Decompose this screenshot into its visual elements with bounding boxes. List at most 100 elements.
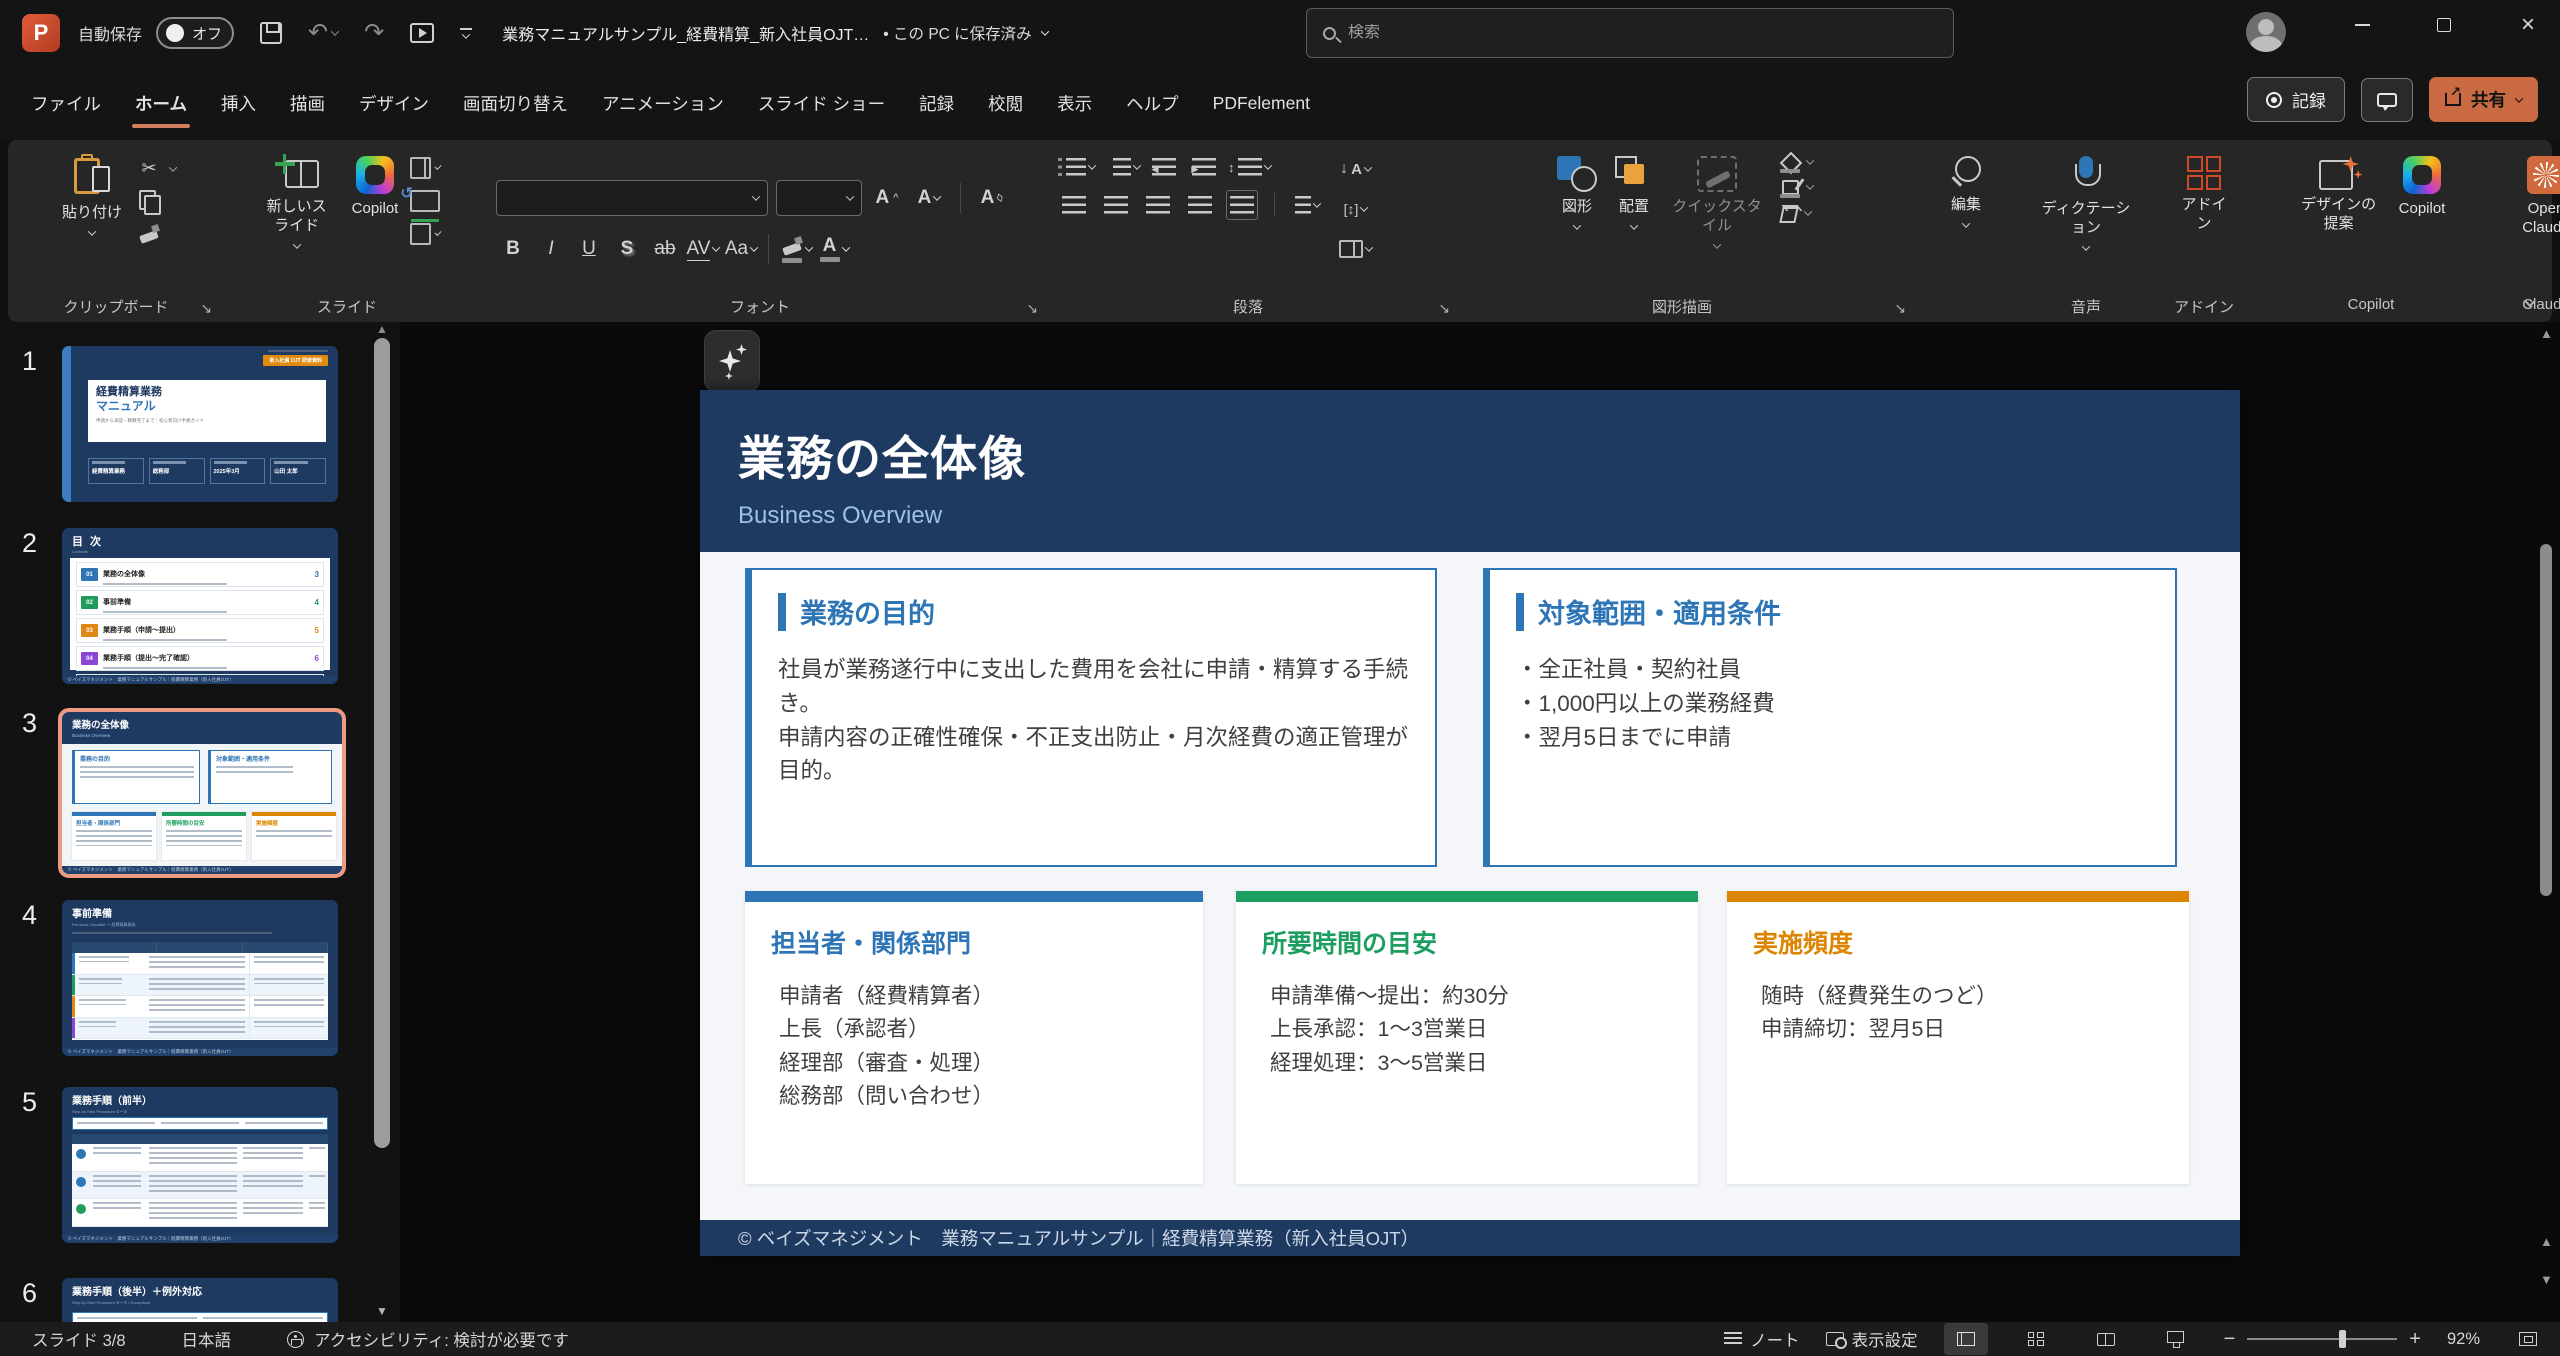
cut-button[interactable]: ✂ <box>134 156 164 180</box>
shape-effects-button[interactable] <box>1779 205 1813 221</box>
slide-indicator[interactable]: スライド 3/8 <box>32 1327 126 1351</box>
reset-slide-button[interactable] <box>410 189 440 213</box>
shape-outline-button[interactable] <box>1779 180 1813 194</box>
slide-footer[interactable]: © ベイズマネジメント 業務マニュアルサンプル｜経費精算業務（新入社員OJT） <box>700 1220 2240 1256</box>
format-painter-button[interactable] <box>134 222 164 246</box>
scrollbar-thumb[interactable] <box>374 338 390 1148</box>
grow-font-button[interactable]: A^ <box>870 183 904 213</box>
shapes-button[interactable]: 図形 <box>1551 152 1603 234</box>
tab-pdfelement[interactable]: PDFelement <box>1196 83 1327 124</box>
card-frequency[interactable]: 実施頻度 随時（経費発生のつど） 申請締切：翌月5日 <box>1727 891 2189 1184</box>
slide-thumbnail-6[interactable]: 業務手順（後半）＋例外対応 Step-by-Step Procedure ④～⑦… <box>62 1278 338 1322</box>
tab-animations[interactable]: アニメーション <box>585 81 741 126</box>
customize-toolbar-button[interactable] <box>460 28 472 39</box>
slide-thumbnail-1[interactable]: 新入社員 OJT 研修資料 経費精算業務 マニュアル 申請から承認・精算完了まで… <box>62 346 338 502</box>
start-slideshow-button[interactable] <box>410 23 434 43</box>
slideshow-view-button[interactable] <box>2154 1323 2198 1355</box>
accessibility-checker[interactable]: アクセシビリティ: 検討が必要です <box>287 1327 569 1351</box>
paste-button[interactable]: 貼り付け <box>56 152 128 240</box>
copilot-button[interactable]: Copilot <box>2393 152 2452 223</box>
paste-options-chevron-icon[interactable] <box>169 163 177 171</box>
user-avatar[interactable] <box>2246 12 2286 52</box>
shape-fill-button[interactable] <box>1779 155 1813 169</box>
designer-sparkle-button[interactable] <box>704 330 760 392</box>
align-center-button[interactable] <box>1100 190 1132 220</box>
font-name-combo[interactable] <box>496 180 768 216</box>
zoom-slider-thumb[interactable] <box>2339 1330 2346 1348</box>
tab-draw[interactable]: 描画 <box>273 81 342 126</box>
document-title[interactable]: 業務マニュアルサンプル_経費精算_新入社員OJT… <box>502 21 869 45</box>
scroll-up-icon[interactable]: ▲ <box>376 322 388 336</box>
save-status[interactable]: • この PC に保存済み <box>883 22 1047 44</box>
scrollbar-thumb[interactable] <box>2540 544 2552 896</box>
slide-thumbnail-3-selected[interactable]: 業務の全体像 Business Overview 業務の目的 対象範囲・適用条件… <box>58 708 346 878</box>
slide-editor[interactable]: 業務の全体像 Business Overview 業務の目的 社員が業務遂行中に… <box>700 390 2240 1256</box>
tab-slideshow[interactable]: スライド ショー <box>741 81 902 126</box>
card-scope[interactable]: 対象範囲・適用条件 ・全正社員・契約社員 ・1,000円以上の業務経費 ・翌月5… <box>1483 568 2177 867</box>
card-time[interactable]: 所要時間の目安 申請準備～提出：約30分 上長承認：1～3営業日 経理処理：3～… <box>1236 891 1698 1184</box>
font-dialog-launcher[interactable]: ↘ <box>1026 300 1038 317</box>
card-people[interactable]: 担当者・関係部門 申請者（経費精算者） 上長（承認者） 経理部（審査・処理） 総… <box>745 891 1203 1184</box>
line-spacing-button[interactable]: ↕ <box>1228 152 1271 182</box>
bullets-button[interactable] <box>1058 152 1095 182</box>
convert-smartart-button[interactable] <box>1339 234 1372 264</box>
collapse-ribbon-button[interactable] <box>2526 294 2534 312</box>
slide-subtitle[interactable]: Business Overview <box>738 502 942 530</box>
copilot-slides-button[interactable]: Copilot <box>346 152 405 223</box>
zoom-slider[interactable] <box>2247 1338 2397 1340</box>
numbering-button[interactable] <box>1103 152 1140 182</box>
italic-button[interactable]: I <box>534 234 568 264</box>
search-input[interactable] <box>1348 24 1937 42</box>
slide-thumbnail-4[interactable]: 事前準備 Pre-work Checklist ー 経費精算業務 © ベイズマネ… <box>62 900 338 1056</box>
slide-sorter-view-button[interactable] <box>2014 1323 2058 1355</box>
tab-help[interactable]: ヘルプ <box>1109 81 1196 126</box>
save-button[interactable] <box>260 22 282 44</box>
language-indicator[interactable]: 日本語 <box>182 1327 232 1351</box>
columns-button[interactable] <box>1291 190 1323 220</box>
tab-transitions[interactable]: 画面切り替え <box>446 81 585 126</box>
dictation-button[interactable]: ディクテーション <box>2032 152 2140 255</box>
close-button[interactable]: × <box>2496 0 2560 50</box>
text-direction-button[interactable]: ↓A <box>1339 154 1372 184</box>
canvas-scrollbar[interactable]: ▲ ▲ ▼ <box>2538 322 2554 1322</box>
autosave-toggle[interactable]: オフ <box>156 17 234 49</box>
align-left-button[interactable] <box>1058 190 1090 220</box>
copy-button[interactable] <box>134 189 164 213</box>
previous-slide-button[interactable]: ▲ <box>2540 1234 2553 1249</box>
justify-button[interactable] <box>1184 190 1216 220</box>
decrease-indent-button[interactable]: ◄ <box>1148 152 1180 182</box>
quick-styles-button[interactable]: クイックスタイル <box>1665 152 1769 253</box>
font-size-combo[interactable] <box>776 180 862 216</box>
distribute-button[interactable] <box>1226 190 1258 220</box>
clear-formatting-button[interactable]: A◊ <box>975 183 1009 213</box>
open-claude-button[interactable]: Open Claude <box>2500 152 2560 242</box>
undo-button[interactable]: ↶ <box>308 21 338 45</box>
undo-dropdown-icon[interactable] <box>331 27 339 35</box>
scroll-up-icon[interactable]: ▲ <box>2540 326 2553 341</box>
character-spacing-button[interactable]: AV <box>686 234 720 264</box>
editing-button[interactable]: 編集 <box>1943 152 1989 232</box>
slide-title-block[interactable]: 業務の全体像 Business Overview <box>700 390 2240 552</box>
tab-view[interactable]: 表示 <box>1040 81 1109 126</box>
maximize-button[interactable] <box>2412 0 2476 50</box>
section-button[interactable] <box>410 222 440 246</box>
text-shadow-button[interactable]: S <box>610 234 644 264</box>
next-slide-button[interactable]: ▼ <box>2540 1272 2553 1287</box>
strikethrough-button[interactable]: ab <box>648 234 682 264</box>
align-right-button[interactable] <box>1142 190 1174 220</box>
tab-record[interactable]: 記録 <box>902 81 971 126</box>
slide-title[interactable]: 業務の全体像 <box>738 420 2240 489</box>
redo-button[interactable]: ↷ <box>364 21 384 45</box>
highlight-color-button[interactable] <box>779 234 813 264</box>
drawing-dialog-launcher[interactable]: ↘ <box>1894 300 1906 317</box>
share-button[interactable]: 共有 <box>2429 77 2538 122</box>
align-text-button[interactable]: [↕] <box>1339 194 1372 224</box>
increase-indent-button[interactable]: ► <box>1188 152 1220 182</box>
slide-layout-button[interactable] <box>410 156 440 180</box>
zoom-out-button[interactable]: − <box>2224 1329 2236 1349</box>
design-ideas-button[interactable]: デザインの提案 <box>2291 152 2387 238</box>
search-box[interactable] <box>1306 8 1954 58</box>
minimize-button[interactable] <box>2330 0 2394 50</box>
card-purpose[interactable]: 業務の目的 社員が業務遂行中に支出した費用を会社に申請・精算する手続き。 申請内… <box>745 568 1437 867</box>
tab-home[interactable]: ホーム <box>118 81 204 126</box>
